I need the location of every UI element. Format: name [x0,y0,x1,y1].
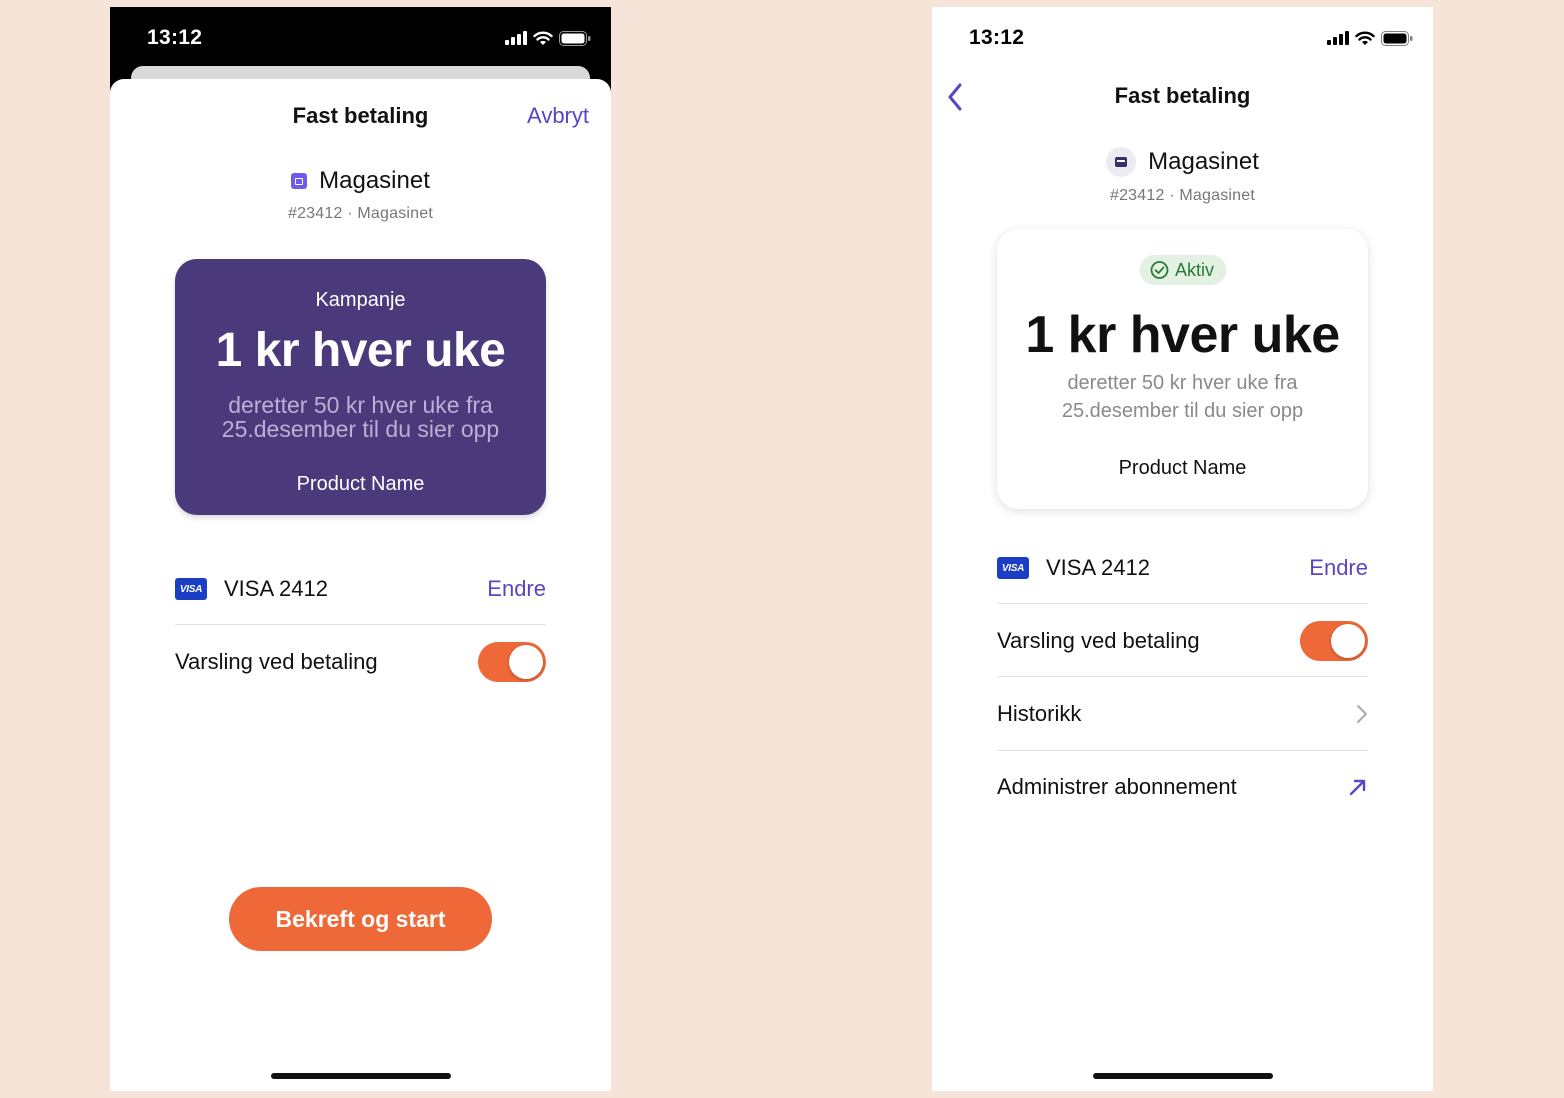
notification-label: Varsling ved betaling [175,649,378,674]
offer-description: deretter 50 kr hver uke fra 25.desember … [221,392,500,442]
status-time: 13:12 [969,26,1025,49]
merchant-subtitle: #23412 · Magasinet [287,205,434,222]
phone-confirm-screen: 13:12 Fast betaling Avbryt Magasinet #23… [110,7,611,1091]
cancel-button[interactable]: Avbryt [527,103,589,129]
home-indicator [1093,1073,1273,1079]
product-name: Product Name [1118,457,1247,479]
merchant-info: Magasinet #23412 · Magasinet [110,167,611,223]
battery-icon [1381,30,1413,46]
notification-label: Varsling ved betaling [997,628,1200,653]
merchant-info: Magasinet #23412 · Magasinet [932,147,1433,205]
status-time: 13:12 [147,26,203,49]
status-icons [505,29,591,47]
status-bar: 13:12 [110,7,611,67]
status-badge: Aktiv [1138,255,1227,285]
merchant-name: Magasinet [319,167,430,194]
divider [997,750,1368,751]
payment-method-label: VISA 2412 [224,576,328,601]
payment-method-row: VISA VISA 2412 Endre [175,569,546,609]
wifi-icon [1355,31,1375,45]
subscription-description: deretter 50 kr hver uke fra 25.desember … [1061,372,1304,422]
check-circle-icon [1150,261,1168,279]
history-label: Historikk [997,701,1082,726]
offer-price: 1 kr hver uke [215,324,506,377]
divider [175,624,546,625]
merchant-logo-icon [291,173,308,189]
merchant-logo-icon [1106,147,1137,177]
wifi-icon [533,31,553,45]
signal-icon [1327,31,1349,45]
visa-card-icon: VISA [997,557,1029,579]
external-link-arrow-icon [1349,779,1366,796]
divider [997,676,1368,677]
manage-subscription-row[interactable]: Administrer abonnement [997,767,1368,807]
page-title: Fast betaling [1114,83,1251,108]
status-badge-label: Aktiv [1174,259,1215,280]
visa-card-icon: VISA [175,578,207,600]
signal-icon [505,31,527,45]
notification-toggle[interactable] [1300,621,1368,661]
confirm-start-button[interactable]: Bekreft og start [229,887,492,951]
chevron-right-icon [1357,705,1367,723]
payment-method-row: VISA VISA 2412 Endre [997,548,1368,588]
manage-subscription-label: Administrer abonnement [997,774,1237,799]
battery-icon [559,30,591,46]
phone-active-screen: 13:12 Fast betaling Magasinet #23412 · M… [932,7,1433,1091]
merchant-subtitle: #23412 · Magasinet [1109,187,1256,204]
merchant-name: Magasinet [1148,148,1259,175]
campaign-tag: Kampanje [315,289,406,311]
subscription-price: 1 kr hver uke [1025,306,1340,364]
status-icons [1327,29,1413,47]
offer-card: Kampanje 1 kr hver uke deretter 50 kr hv… [175,259,546,515]
subscription-card: Aktiv 1 kr hver uke deretter 50 kr hver … [997,229,1368,509]
notification-toggle[interactable] [478,642,546,682]
status-bar: 13:12 [932,7,1433,67]
notification-row: Varsling ved betaling [175,642,546,682]
home-indicator [271,1073,451,1079]
divider [997,603,1368,604]
product-name: Product Name [296,473,425,495]
history-row[interactable]: Historikk [997,694,1368,734]
change-payment-button[interactable]: Endre [1309,555,1368,581]
change-payment-button[interactable]: Endre [487,576,546,602]
payment-method-label: VISA 2412 [1046,555,1150,580]
notification-row: Varsling ved betaling [997,621,1368,661]
